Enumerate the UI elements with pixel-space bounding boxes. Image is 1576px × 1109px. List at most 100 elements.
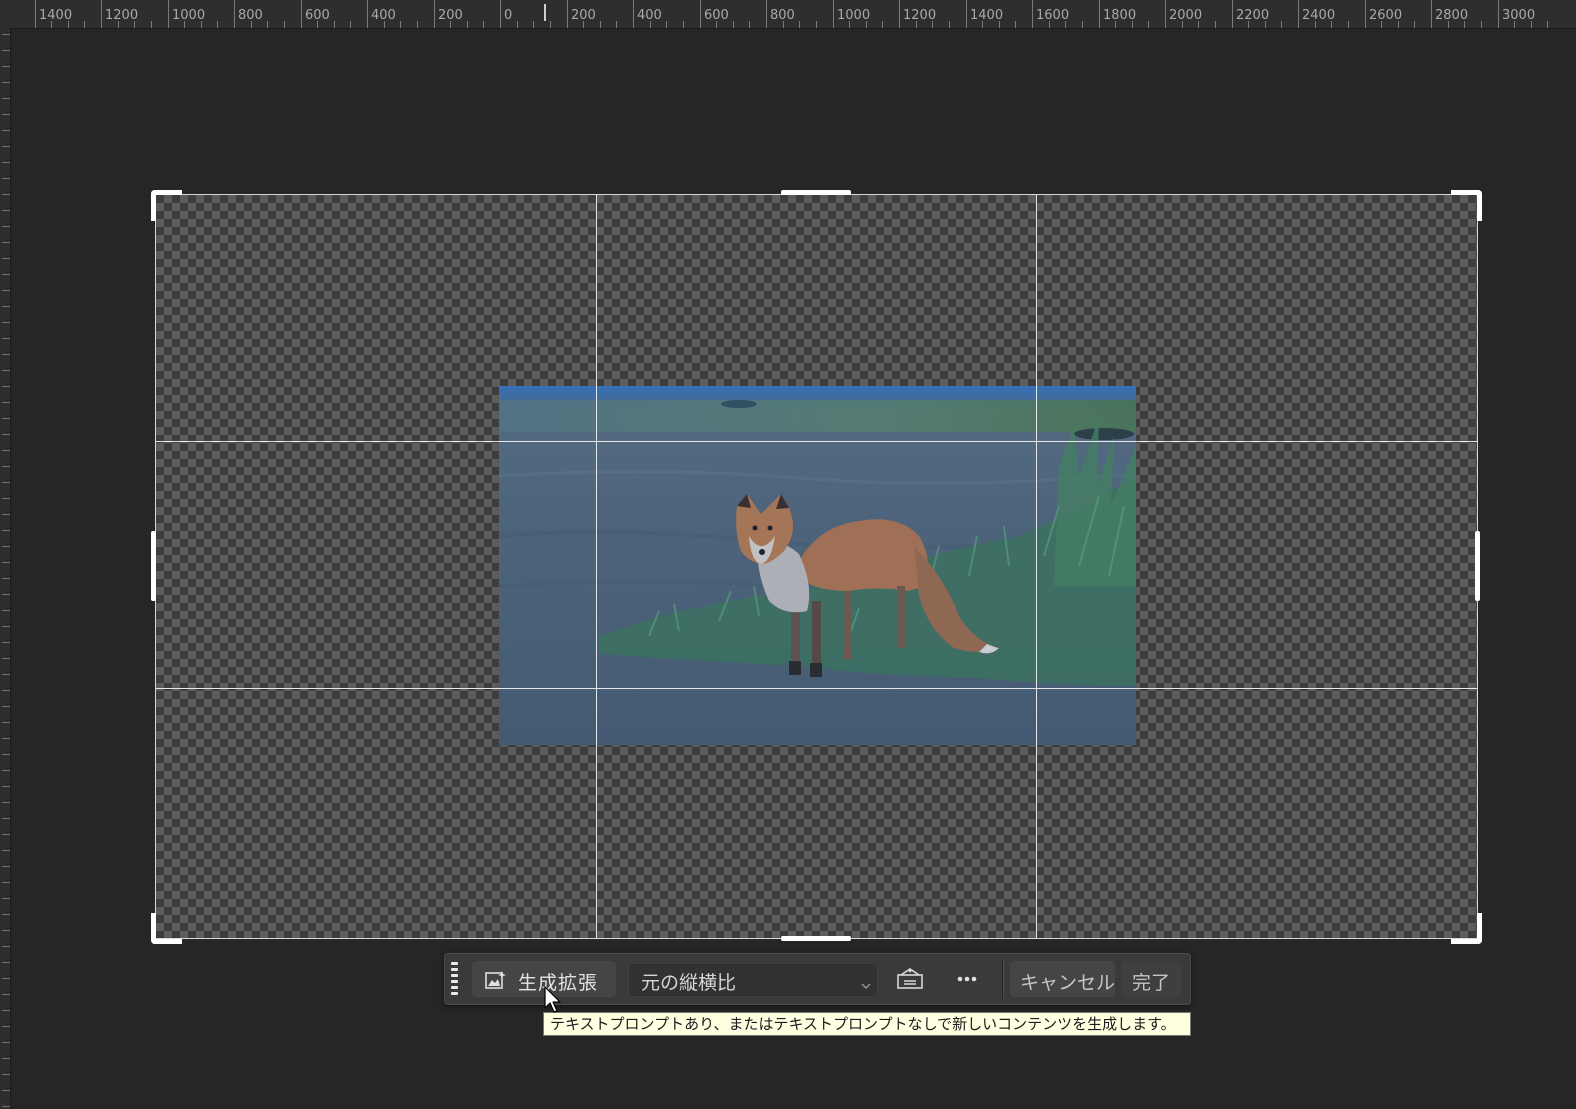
ruler-minor-tick [2,370,10,371]
ruler-minor-tick [384,21,385,28]
more-icon [952,975,982,994]
ruler-minor-tick [849,21,850,28]
ruler-minor-tick [2,834,10,835]
fox-photo-icon [499,386,1136,745]
ruler-minor-tick [1049,21,1050,28]
ruler-minor-tick [1464,21,1465,28]
ruler-minor-tick [2,402,10,403]
grip-dots-icon[interactable] [451,962,459,996]
ruler-minor-tick [799,21,800,28]
ruler-major-tick [700,0,701,28]
ruler-minor-tick [666,21,667,28]
ruler-minor-tick [2,82,10,83]
ruler-minor-tick [999,21,1000,28]
ruler-minor-tick [616,21,617,28]
ruler-minor-tick [2,322,10,323]
ruler-minor-tick [1148,21,1149,28]
ruler-minor-tick [2,162,10,163]
ruler-minor-tick [2,210,10,211]
ruler-minor-tick [1265,21,1266,28]
ruler-minor-tick [2,146,10,147]
crop-handle-top-right[interactable] [1451,190,1482,221]
ruler-minor-tick [816,21,817,28]
ruler-minor-tick [517,21,518,28]
done-button[interactable]: 完了 [1121,961,1181,997]
ruler-major-tick [168,0,169,28]
ruler-minor-tick [467,21,468,28]
ruler-minor-tick [2,738,10,739]
ruler-minor-tick [483,21,484,28]
ruler-minor-tick [2,770,10,771]
ruler-minor-tick [783,21,784,28]
ruler-minor-tick [2,786,10,787]
crop-handle-bottom-left[interactable] [151,913,182,944]
ruler-major-tick [1099,0,1100,28]
ruler-major-tick [833,0,834,28]
aspect-ratio-select[interactable]: 元の縦横比 [628,963,878,997]
ruler-minor-tick [1281,21,1282,28]
cancel-button[interactable]: キャンセル [1010,961,1115,997]
ruler-major-tick [633,0,634,28]
ruler-minor-tick [2,850,10,851]
ruler-minor-tick [2,258,10,259]
ruler-minor-tick [2,434,10,435]
ruler-minor-tick [650,21,651,28]
ruler-minor-tick [1315,21,1316,28]
toolbar-separator [1002,960,1004,998]
ruler-minor-tick [2,802,10,803]
crop-handle-left[interactable] [151,531,156,601]
crop-grid-line-horizontal-1 [156,441,1477,442]
fox-photo-layer [499,386,1136,745]
ruler-minor-tick [151,21,152,28]
vertical-ruler[interactable] [0,28,11,1109]
ruler-minor-tick [1348,21,1349,28]
ruler-minor-tick [533,21,534,28]
crop-handle-bottom[interactable] [781,936,851,941]
more-options-button[interactable] [952,966,986,994]
ruler-minor-tick [2,930,10,931]
aspect-ratio-value: 元の縦横比 [641,972,737,994]
swap-orientation-button[interactable] [895,966,929,994]
ruler-minor-tick [2,450,10,451]
ruler-minor-tick [2,722,10,723]
ruler-minor-tick [2,1026,10,1027]
ruler-minor-tick [2,482,10,483]
crop-handle-right[interactable] [1475,531,1480,601]
ruler-minor-tick [2,946,10,947]
ruler-minor-tick [1132,21,1133,28]
ruler-minor-tick [317,21,318,28]
ruler-major-tick [101,0,102,28]
crop-handle-top-left[interactable] [151,190,182,221]
ruler-minor-tick [2,994,10,995]
ruler-minor-tick [1182,21,1183,28]
ruler-minor-tick [2,978,10,979]
ruler-minor-tick [982,21,983,28]
ruler-minor-tick [2,34,10,35]
ruler-minor-tick [1514,21,1515,28]
ruler-minor-tick [2,706,10,707]
ruler-minor-tick [2,658,10,659]
cancel-label: キャンセル [1020,972,1116,994]
ruler-minor-tick [2,626,10,627]
ruler-major-tick [966,0,967,28]
horizontal-ruler[interactable]: 1400 1200 1000 800 600 400 200 0 200 400 600 800 100… [0,0,1576,29]
ruler-major-tick [567,0,568,28]
ruler-minor-tick [2,866,10,867]
ruler-minor-tick [1481,21,1482,28]
ruler-major-tick [500,0,501,28]
crop-handle-top[interactable] [781,190,851,195]
ruler-minor-tick [733,21,734,28]
crop-handle-bottom-right[interactable] [1451,913,1482,944]
ruler-minor-tick [1414,21,1415,28]
ruler-minor-tick [2,882,10,883]
ruler-minor-tick [1082,21,1083,28]
ruler-minor-tick [251,21,252,28]
ruler-major-tick [367,0,368,28]
ruler-minor-tick [1015,21,1016,28]
ruler-minor-tick [716,21,717,28]
ruler-minor-tick [2,530,10,531]
ruler-minor-tick [184,21,185,28]
ruler-minor-tick [2,754,10,755]
ruler-minor-tick [84,21,85,28]
ruler-minor-tick [866,21,867,28]
